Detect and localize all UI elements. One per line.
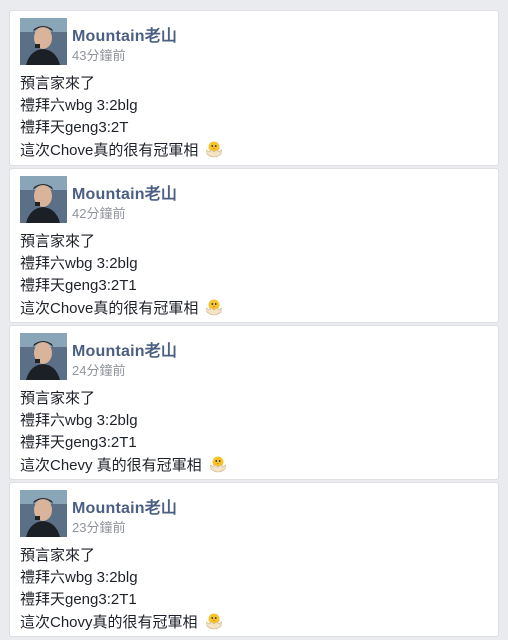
post-card: Mountain老山 43分鐘前 預言家來了 禮拜六wbg 3:2blg 禮拜天… [9,10,499,166]
post-line: 禮拜天geng3:2T1 [20,591,137,608]
post-card: Mountain老山 24分鐘前 預言家來了 禮拜六wbg 3:2blg 禮拜天… [9,325,499,480]
post-body: 預言家來了 禮拜六wbg 3:2blg 禮拜天geng3:2T1 這次Chovy… [20,545,488,638]
post-line: 禮拜六wbg 3:2blg [20,569,138,586]
avatar[interactable] [20,18,67,65]
post-line: 這次Chovy真的很有冠軍相 [20,614,198,631]
post-timestamp[interactable]: 43分鐘前 [72,45,125,64]
hatching-chick-icon [204,611,224,638]
post-line: 禮拜六wbg 3:2blg [20,412,138,429]
post-body: 預言家來了 禮拜六wbg 3:2blg 禮拜天geng3:2T 這次Chove真… [20,73,488,166]
hatching-chick-icon [204,139,224,166]
avatar[interactable] [20,490,67,537]
post-line: 禮拜天geng3:2T [20,119,129,136]
post-body: 預言家來了 禮拜六wbg 3:2blg 禮拜天geng3:2T1 這次Chevy… [20,388,488,481]
post-timestamp[interactable]: 42分鐘前 [72,203,125,222]
post-line: 禮拜六wbg 3:2blg [20,255,138,272]
post-card: Mountain老山 42分鐘前 預言家來了 禮拜六wbg 3:2blg 禮拜天… [9,168,499,323]
hatching-chick-icon [208,454,228,481]
author-name[interactable]: Mountain老山 [72,180,177,204]
post-timestamp[interactable]: 24分鐘前 [72,360,125,379]
post-line: 預言家來了 [20,547,96,564]
post-body: 預言家來了 禮拜六wbg 3:2blg 禮拜天geng3:2T1 這次Chove… [20,231,488,324]
post-card: Mountain老山 23分鐘前 預言家來了 禮拜六wbg 3:2blg 禮拜天… [9,482,499,637]
post-line: 預言家來了 [20,233,96,250]
post-line: 預言家來了 [20,75,96,92]
post-feed: Mountain老山 43分鐘前 預言家來了 禮拜六wbg 3:2blg 禮拜天… [0,0,508,640]
post-line: 禮拜天geng3:2T1 [20,277,137,294]
post-line: 這次Chove真的很有冠軍相 [20,300,199,317]
avatar[interactable] [20,333,67,380]
post-line: 這次Chevy 真的很有冠軍相 [20,457,202,474]
author-name[interactable]: Mountain老山 [72,22,177,46]
post-line: 禮拜六wbg 3:2blg [20,97,138,114]
post-line: 這次Chove真的很有冠軍相 [20,142,199,159]
author-name[interactable]: Mountain老山 [72,337,177,361]
post-line: 預言家來了 [20,390,96,407]
avatar[interactable] [20,176,67,223]
post-timestamp[interactable]: 23分鐘前 [72,517,125,536]
hatching-chick-icon [204,297,224,324]
post-line: 禮拜天geng3:2T1 [20,434,137,451]
author-name[interactable]: Mountain老山 [72,494,177,518]
